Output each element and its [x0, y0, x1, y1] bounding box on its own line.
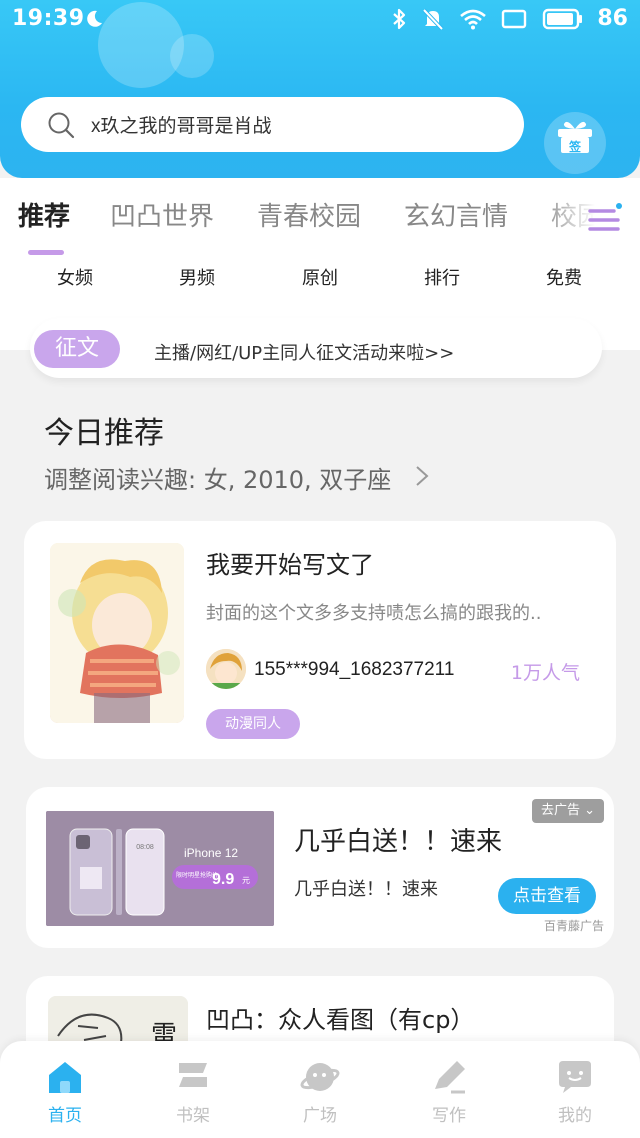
- bluetooth-icon: [393, 8, 406, 29]
- book-title: 我要开始写文了: [206, 551, 374, 579]
- bookshelf-icon: [179, 1063, 207, 1087]
- active-tab-indicator: [28, 250, 64, 255]
- ad-image-price-unit: 元: [242, 876, 250, 885]
- category-menu-icon[interactable]: [588, 202, 622, 236]
- nav-label: 首页: [48, 1106, 82, 1126]
- nav-profile[interactable]: 我的: [520, 1059, 630, 1126]
- plaza-icon: [300, 1063, 340, 1091]
- tab-fantasy-romance[interactable]: 玄幻言情: [404, 196, 508, 233]
- nav-label: 广场: [303, 1106, 337, 1126]
- ad-description: 几乎白送！！速来: [294, 879, 438, 900]
- subcategory-female[interactable]: 女频: [35, 264, 115, 290]
- subcategory-row: 女频 男频 原创 排行 免费: [0, 264, 640, 294]
- wifi-icon: [460, 9, 487, 29]
- nav-label: 书架: [176, 1106, 210, 1126]
- header: 19:39 86 x玖之我的哥哥是肖战 签: [0, 0, 640, 178]
- popularity-count: 1万人气: [510, 662, 580, 684]
- screen-icon: [502, 9, 527, 28]
- section-title: 今日推荐: [44, 416, 164, 451]
- search-input[interactable]: x玖之我的哥哥是肖战: [91, 111, 272, 138]
- ad-card[interactable]: 08:08 iPhone 12 限时明星抢购价 9.9 元 几乎白送！！速来 几…: [26, 787, 614, 948]
- remove-ad-button[interactable]: 去广告 ⌄: [532, 799, 604, 823]
- subcategory-ranking[interactable]: 排行: [402, 264, 482, 290]
- search-bar[interactable]: x玖之我的哥哥是肖战: [21, 97, 524, 152]
- battery-level: 86: [597, 6, 628, 31]
- status-time: 19:39: [12, 6, 85, 31]
- tab-campus-youth[interactable]: 青春校园: [257, 196, 361, 233]
- profile-icon: [559, 1061, 591, 1093]
- moon-icon: [87, 10, 102, 27]
- ad-title: 几乎白送！！速来: [294, 827, 503, 857]
- write-icon: [435, 1061, 465, 1094]
- book-description: 封面的这个文多多支持啧怎么搞的跟我的..: [206, 603, 542, 624]
- reading-interest-link[interactable]: 调整阅读兴趣: 女, 2010, 双子座: [44, 460, 391, 495]
- tab-aotu-world[interactable]: 凹凸世界: [110, 196, 214, 233]
- ad-image-price: 9.9: [212, 871, 234, 888]
- sign-in-label: 签: [568, 140, 581, 154]
- contest-text: 主播/网红/UP主同人征文活动来啦>>: [154, 343, 455, 364]
- sign-in-button[interactable]: 签: [544, 112, 606, 174]
- chevron-right-icon: [416, 466, 429, 486]
- nav-bookshelf[interactable]: 书架: [138, 1059, 248, 1126]
- ad-image: 08:08 iPhone 12 限时明星抢购价 9.9 元: [46, 811, 274, 926]
- chevron-down-icon: ⌄: [584, 803, 596, 818]
- subcategory-male[interactable]: 男频: [157, 264, 237, 290]
- contest-tag: 征文: [34, 330, 120, 368]
- ad-view-button[interactable]: 点击查看: [498, 878, 596, 914]
- ad-image-model: iPhone 12: [184, 846, 238, 860]
- book-card[interactable]: 我要开始写文了 封面的这个文多多支持啧怎么搞的跟我的.. 155***994_1…: [24, 521, 616, 759]
- nav-home[interactable]: 首页: [10, 1059, 120, 1126]
- contest-banner[interactable]: 征文 主播/网红/UP主同人征文活动来啦>>: [30, 318, 602, 378]
- book-cover-image: [50, 543, 184, 723]
- subcategory-free[interactable]: 免费: [524, 264, 604, 290]
- mute-icon: [422, 8, 444, 30]
- nav-label: 写作: [432, 1106, 466, 1126]
- ad-image-screen-time: 08:08: [136, 844, 154, 851]
- avatar: [206, 649, 246, 689]
- decorative-bubble-small: [170, 34, 214, 78]
- author-name: 155***994_1682377211: [254, 659, 455, 680]
- home-icon: [49, 1062, 81, 1093]
- book-title: 凹凸：众人看图（有cp）: [206, 1006, 475, 1034]
- nav-write[interactable]: 写作: [394, 1059, 504, 1126]
- status-icons: 86: [391, 6, 628, 31]
- subcategory-original[interactable]: 原创: [280, 264, 360, 290]
- status-bar: 19:39 86: [0, 0, 640, 40]
- ad-source: 百青藤广告: [543, 919, 604, 933]
- search-icon: [48, 112, 75, 138]
- battery-icon: [543, 8, 583, 29]
- remove-ad-label: 去广告: [540, 803, 580, 818]
- genre-tag: 动漫同人: [206, 709, 300, 739]
- nav-label: 我的: [558, 1106, 592, 1126]
- nav-plaza[interactable]: 广场: [265, 1059, 375, 1126]
- tab-recommend[interactable]: 推荐: [18, 196, 70, 233]
- bottom-nav: 首页 书架 广场 写作 我的: [0, 1041, 640, 1138]
